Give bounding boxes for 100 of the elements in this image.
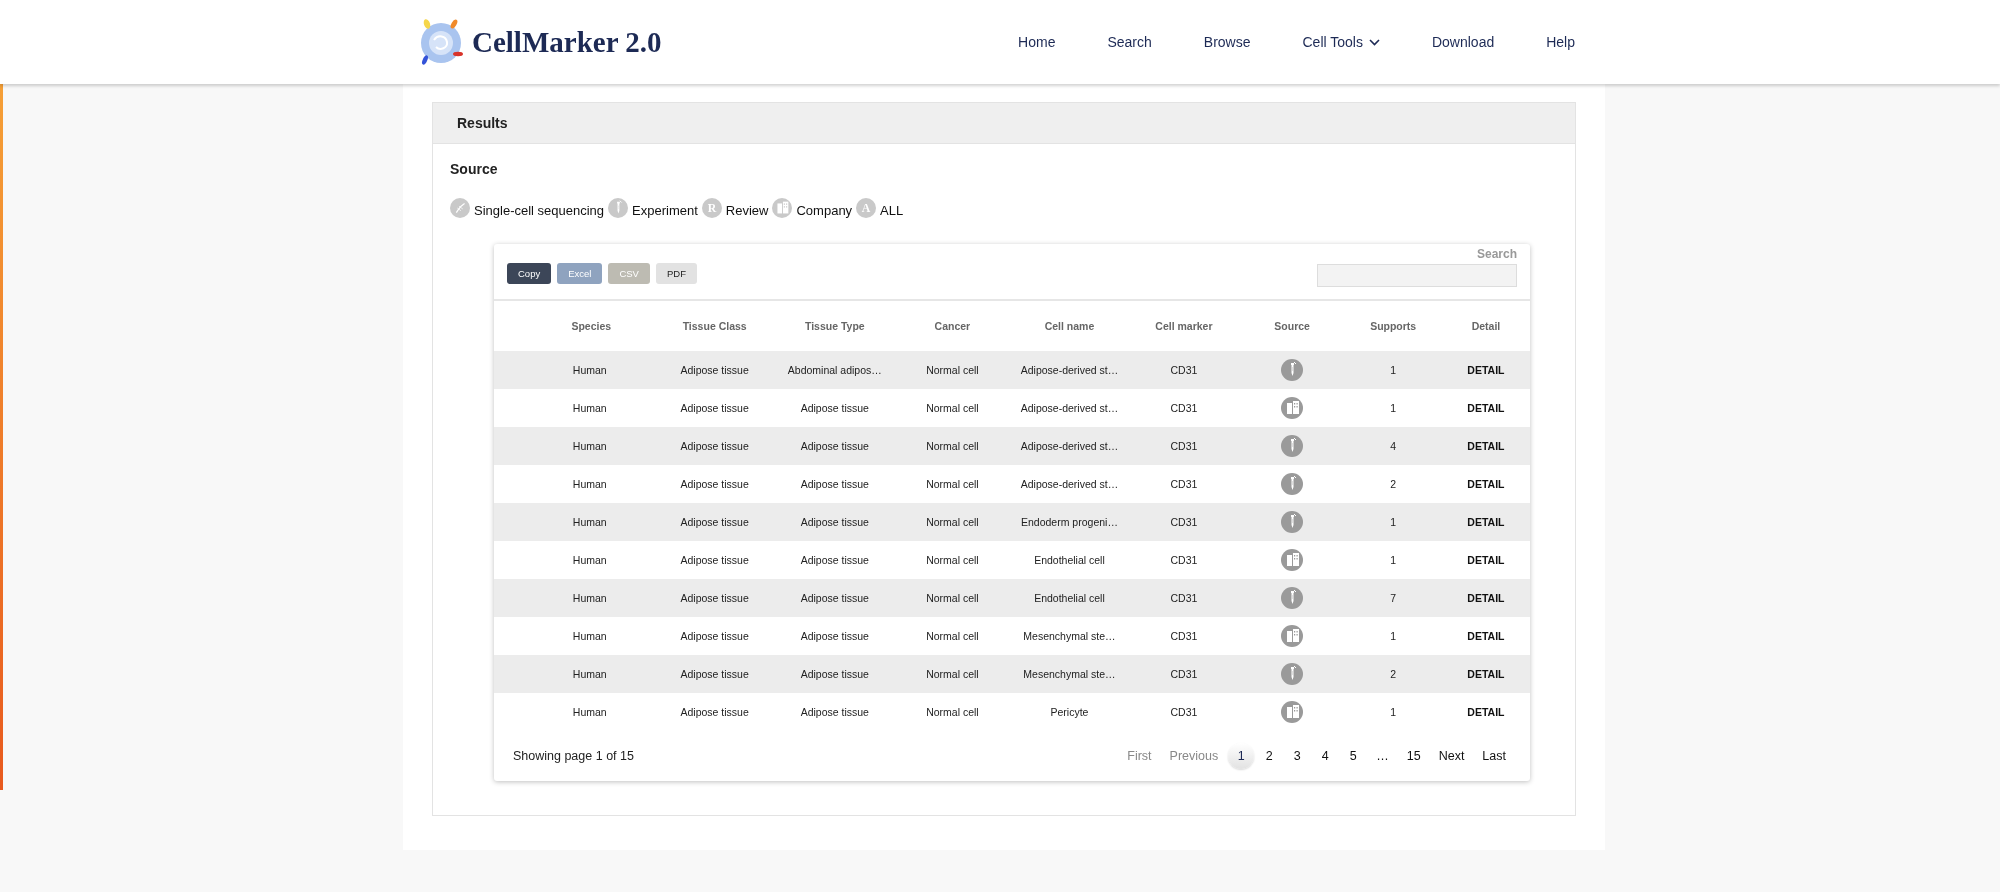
column-header[interactable]: Cancer xyxy=(893,301,1011,351)
table-cell: Human xyxy=(494,541,654,579)
column-header[interactable]: Tissue Type xyxy=(775,301,894,351)
table-cell: Adipose tissue xyxy=(775,465,894,503)
source-filter[interactable]: Company xyxy=(772,198,853,218)
table-cell: Adipose tissue xyxy=(775,541,894,579)
pipette-icon xyxy=(1281,587,1304,609)
table-cell: Adipose-derived st… xyxy=(1010,427,1128,465)
table-cell: Abdominal adipos… xyxy=(775,351,894,389)
table-cell: Endothelial cell xyxy=(1010,579,1128,617)
table-cell: Adipose tissue xyxy=(653,541,776,579)
table-cell: CD31 xyxy=(1128,579,1240,617)
pipette-icon xyxy=(608,198,629,218)
column-header[interactable]: Cell name xyxy=(1010,301,1128,351)
detail-link[interactable]: DETAIL xyxy=(1441,351,1530,389)
table-cell: Normal cell xyxy=(893,579,1011,617)
building-icon xyxy=(1281,701,1304,723)
site-logo-text[interactable]: CellMarker 2.0 xyxy=(472,25,662,59)
nav-link[interactable]: Cell Tools xyxy=(1302,34,1380,50)
pipette-icon xyxy=(1281,359,1304,381)
table-cell: CD31 xyxy=(1128,351,1240,389)
nav-link[interactable]: Download xyxy=(1431,34,1495,50)
pipette-icon xyxy=(1281,473,1304,495)
table-cell: CD31 xyxy=(1128,427,1240,465)
table-cell: Adipose tissue xyxy=(653,617,776,655)
table-cell: Adipose-derived st… xyxy=(1010,351,1128,389)
pipette-icon xyxy=(1281,435,1304,457)
nav-link[interactable]: Browse xyxy=(1203,34,1251,50)
nav-link[interactable]: Search xyxy=(1107,34,1152,50)
table-cell: Normal cell xyxy=(893,541,1011,579)
table-cell: Adipose tissue xyxy=(775,389,894,427)
table-cell: Normal cell xyxy=(893,427,1011,465)
search-field[interactable] xyxy=(1317,264,1517,287)
table-cell: Adipose-derived st… xyxy=(1010,389,1128,427)
column-header[interactable]: Detail xyxy=(1441,301,1530,351)
table-cell: Adipose tissue xyxy=(653,693,776,731)
table-cell: Normal cell xyxy=(893,465,1011,503)
table-cell: Human xyxy=(494,427,654,465)
pagination-button[interactable]: 1 xyxy=(1228,743,1255,769)
table-cell: Human xyxy=(494,503,654,541)
pagination-button[interactable]: … xyxy=(1368,743,1397,769)
table-cell: 1 xyxy=(1344,503,1442,541)
pagination-button[interactable]: 4 xyxy=(1312,743,1339,769)
pagination-button[interactable]: Last xyxy=(1474,743,1514,769)
table-cell: 7 xyxy=(1344,579,1442,617)
source-filter[interactable]: Experiment xyxy=(608,198,698,218)
pipette-icon xyxy=(1281,663,1304,685)
source-heading: Source xyxy=(450,161,499,177)
pagination-button[interactable]: 15 xyxy=(1398,743,1429,769)
pagination-button[interactable]: 2 xyxy=(1256,743,1283,769)
table-cell: Adipose tissue xyxy=(653,465,776,503)
table-cell: CD31 xyxy=(1128,693,1240,731)
pagination-button[interactable]: Next xyxy=(1430,743,1473,769)
detail-link[interactable]: DETAIL xyxy=(1441,465,1530,503)
detail-link[interactable]: DETAIL xyxy=(1441,503,1530,541)
column-header[interactable]: Supports xyxy=(1344,301,1442,351)
export-button[interactable]: PDF xyxy=(655,263,697,284)
export-button[interactable]: Copy xyxy=(507,263,552,284)
building-icon xyxy=(1281,625,1304,647)
table-cell: CD31 xyxy=(1128,541,1240,579)
table-cell: Endoderm progeni… xyxy=(1010,503,1128,541)
source-filter[interactable]: Single-cell sequencing xyxy=(450,198,605,218)
pagination-button[interactable]: 3 xyxy=(1284,743,1311,769)
table-cell: CD31 xyxy=(1128,617,1240,655)
table-cell: Adipose tissue xyxy=(653,389,776,427)
results-panel-header: Results xyxy=(433,103,1575,144)
table-cell: Adipose tissue xyxy=(653,503,776,541)
table-cell: 2 xyxy=(1344,465,1442,503)
detail-link[interactable]: DETAIL xyxy=(1441,579,1530,617)
detail-link[interactable]: DETAIL xyxy=(1441,427,1530,465)
column-header[interactable]: Species xyxy=(494,301,654,351)
table-cell: Adipose tissue xyxy=(775,693,894,731)
table-cell: Adipose tissue xyxy=(653,579,776,617)
detail-link[interactable]: DETAIL xyxy=(1441,655,1530,693)
table-cell: Normal cell xyxy=(893,351,1011,389)
table-cell: Adipose tissue xyxy=(653,427,776,465)
column-header[interactable]: Source xyxy=(1239,301,1345,351)
search-label: Search xyxy=(1476,247,1517,261)
table-cell: Normal cell xyxy=(893,655,1011,693)
table-cell: 1 xyxy=(1344,693,1442,731)
table-cell: Adipose-derived st… xyxy=(1010,465,1128,503)
detail-link[interactable]: DETAIL xyxy=(1441,389,1530,427)
column-header[interactable]: Tissue Class xyxy=(653,301,776,351)
table-cell: 1 xyxy=(1344,389,1442,427)
table-cell: Human xyxy=(494,617,654,655)
table-cell: 1 xyxy=(1344,617,1442,655)
table-cell: Human xyxy=(494,389,654,427)
table-cell: Human xyxy=(494,351,654,389)
pagination-button[interactable]: 5 xyxy=(1340,743,1367,769)
detail-link[interactable]: DETAIL xyxy=(1441,693,1530,731)
column-header[interactable]: Cell marker xyxy=(1128,301,1240,351)
table-cell: 4 xyxy=(1344,427,1442,465)
nav-link[interactable]: Help xyxy=(1546,34,1575,50)
table-cell: Endothelial cell xyxy=(1010,541,1128,579)
nav-link[interactable]: Home xyxy=(1018,34,1056,50)
detail-link[interactable]: DETAIL xyxy=(1441,541,1530,579)
detail-link[interactable]: DETAIL xyxy=(1441,617,1530,655)
table-cell: Adipose tissue xyxy=(775,503,894,541)
table-cell: 2 xyxy=(1344,655,1442,693)
building-icon xyxy=(772,198,793,218)
